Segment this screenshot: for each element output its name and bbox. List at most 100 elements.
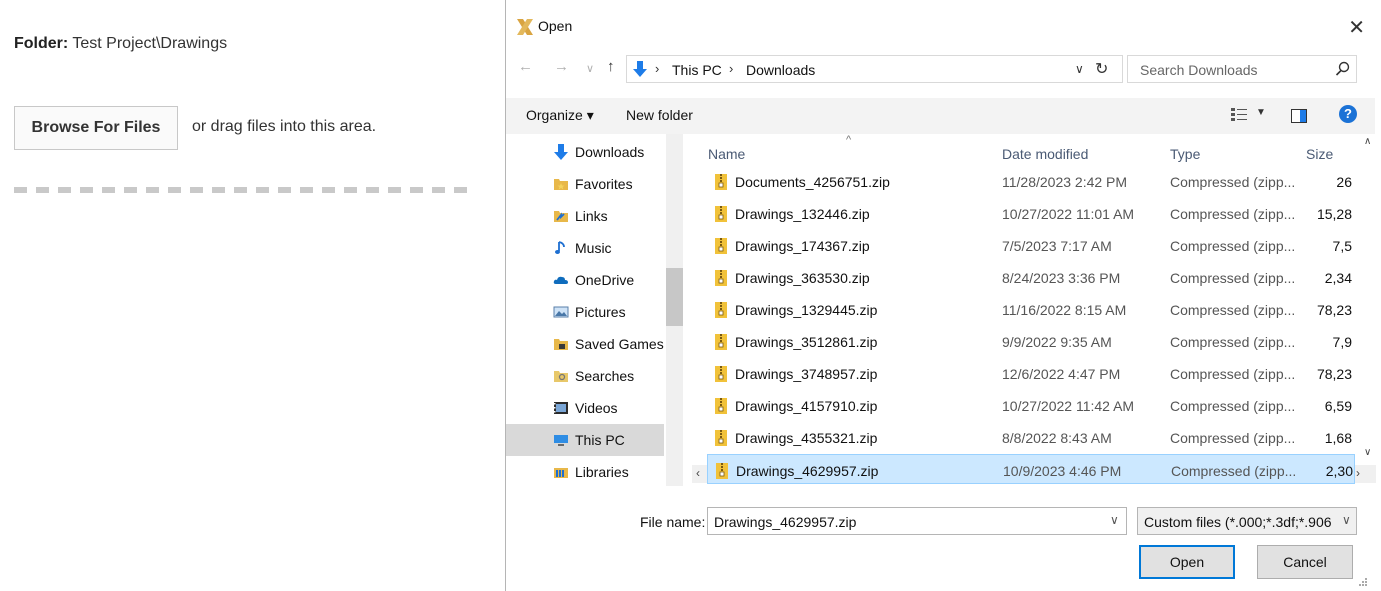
download-arrow-icon bbox=[633, 61, 647, 77]
view-dropdown-icon[interactable]: ▼ bbox=[1256, 107, 1266, 118]
drop-zone-border bbox=[14, 187, 467, 193]
search-icon[interactable] bbox=[1335, 61, 1351, 77]
nav-item-links[interactable]: Links bbox=[506, 200, 664, 232]
open-button[interactable]: Open bbox=[1139, 545, 1235, 579]
file-type-cell: Compressed (zipp... bbox=[1170, 302, 1296, 318]
file-date-cell: 10/27/2022 11:42 AM bbox=[1002, 398, 1135, 414]
back-arrow-icon[interactable]: ← bbox=[518, 58, 533, 75]
nav-item-favorites[interactable]: Favorites bbox=[506, 168, 664, 200]
file-type-dropdown-icon[interactable]: ∨ bbox=[1342, 513, 1351, 527]
file-size-cell: 6,59 bbox=[1324, 398, 1352, 414]
file-type-cell: Compressed (zipp... bbox=[1170, 270, 1296, 286]
file-row[interactable]: Drawings_4157910.zip 10/27/2022 11:42 AM C… bbox=[707, 390, 1355, 420]
breadcrumb-this-pc[interactable]: This PC bbox=[672, 62, 722, 78]
column-header-type[interactable]: Type bbox=[1170, 146, 1200, 162]
nav-item-music[interactable]: Music bbox=[506, 232, 664, 264]
nav-item-downloads[interactable]: Downloads bbox=[506, 136, 664, 168]
title-bar: Open ✕ bbox=[506, 0, 1375, 42]
nav-pane-scroll-thumb[interactable] bbox=[666, 268, 683, 326]
file-row[interactable]: Drawings_1329445.zip 11/16/2022 8:15 AM Co… bbox=[707, 294, 1355, 324]
scroll-down-icon[interactable]: ∨ bbox=[1364, 447, 1371, 458]
file-size-cell: 2,34 bbox=[1324, 270, 1352, 286]
sort-ascending-icon: ^ bbox=[846, 134, 852, 146]
up-arrow-icon[interactable]: ↑ bbox=[607, 58, 615, 75]
file-size-cell: 26 bbox=[1336, 174, 1352, 190]
file-type-cell: Compressed (zipp... bbox=[1170, 398, 1296, 414]
nav-item-libraries[interactable]: Libraries bbox=[506, 456, 664, 488]
recent-locations-chevron-icon[interactable]: ∨ bbox=[586, 62, 594, 75]
file-type-cell: Compressed (zipp... bbox=[1170, 238, 1296, 254]
new-folder-button[interactable]: New folder bbox=[626, 107, 693, 123]
zip-file-icon bbox=[715, 174, 727, 190]
address-box[interactable]: › This PC › Downloads ∨ ↻ bbox=[626, 55, 1123, 83]
music-note-icon bbox=[553, 240, 569, 256]
browse-files-button[interactable]: Browse For Files bbox=[14, 106, 178, 150]
zip-file-icon bbox=[715, 238, 727, 254]
file-date-cell: 9/9/2022 9:35 AM bbox=[1002, 334, 1112, 350]
nav-item-pictures[interactable]: Pictures bbox=[506, 296, 664, 328]
view-options-icon[interactable] bbox=[1230, 107, 1248, 123]
file-date-cell: 11/16/2022 8:15 AM bbox=[1002, 302, 1127, 318]
nav-item-label: Favorites bbox=[575, 176, 633, 192]
nav-item-label: Downloads bbox=[575, 144, 645, 160]
zip-file-icon bbox=[716, 463, 728, 479]
file-row[interactable]: Drawings_363530.zip 8/24/2023 3:36 PM Comp… bbox=[707, 262, 1355, 292]
file-name-cell: Drawings_3748957.zip bbox=[735, 366, 878, 382]
file-name-combobox[interactable]: ∨ bbox=[707, 507, 1127, 535]
column-header-date[interactable]: Date modified bbox=[1002, 146, 1088, 162]
breadcrumb-downloads[interactable]: Downloads bbox=[746, 62, 815, 78]
file-type-cell: Compressed (zipp... bbox=[1170, 366, 1296, 382]
zip-file-icon bbox=[715, 302, 727, 318]
resize-grip-icon[interactable] bbox=[1359, 578, 1367, 586]
download-arrow-icon bbox=[553, 144, 569, 160]
nav-item-this-pc[interactable]: This PC bbox=[506, 424, 664, 456]
drag-hint: or drag files into this area. bbox=[192, 118, 377, 135]
preview-pane-icon[interactable] bbox=[1291, 109, 1307, 123]
file-name-label: File name: bbox=[640, 514, 706, 530]
file-type-filter[interactable]: Custom files (*.000;*.3df;*.906;*.! ∨ bbox=[1137, 507, 1357, 535]
this-pc-icon bbox=[553, 432, 569, 448]
forward-arrow-icon[interactable]: → bbox=[554, 58, 569, 75]
search-input[interactable] bbox=[1138, 60, 1322, 80]
zip-file-icon bbox=[715, 366, 727, 382]
nav-item-searches[interactable]: Searches bbox=[506, 360, 664, 392]
nav-item-label: This PC bbox=[575, 432, 625, 448]
file-date-cell: 10/27/2022 11:01 AM bbox=[1002, 206, 1135, 222]
file-row[interactable]: Drawings_4629957.zip 10/9/2023 4:46 PM Com… bbox=[707, 454, 1355, 484]
nav-item-label: Searches bbox=[575, 368, 635, 384]
refresh-icon[interactable]: ↻ bbox=[1095, 59, 1108, 79]
file-row[interactable]: Documents_4256751.zip 11/28/2023 2:42 PM C… bbox=[707, 166, 1355, 196]
file-row[interactable]: Drawings_132446.zip 10/27/2022 11:01 AM Co… bbox=[707, 198, 1355, 228]
breadcrumb-separator-icon: › bbox=[729, 61, 734, 76]
zip-file-icon bbox=[715, 206, 727, 222]
nav-item-label: Saved Games bbox=[575, 336, 664, 352]
file-row[interactable]: Drawings_3512861.zip 9/9/2022 9:35 AM Comp… bbox=[707, 326, 1355, 356]
file-row[interactable]: Drawings_3748957.zip 12/6/2022 4:47 PM Com… bbox=[707, 358, 1355, 388]
address-dropdown-icon[interactable]: ∨ bbox=[1075, 62, 1084, 76]
nav-item-onedrive[interactable]: OneDrive bbox=[506, 264, 664, 296]
nav-item-label: Videos bbox=[575, 400, 618, 416]
file-name-cell: Drawings_363530.zip bbox=[735, 270, 870, 286]
nav-item-videos[interactable]: Videos bbox=[506, 392, 664, 424]
pictures-icon bbox=[553, 304, 569, 320]
search-box[interactable] bbox=[1127, 55, 1357, 83]
file-row[interactable]: Drawings_174367.zip 7/5/2023 7:17 AM Compr… bbox=[707, 230, 1355, 260]
nav-item-saved-games[interactable]: Saved Games bbox=[506, 328, 664, 360]
favorites-folder-icon bbox=[553, 176, 569, 192]
column-header-size[interactable]: Size bbox=[1306, 146, 1333, 162]
file-name-dropdown-icon[interactable]: ∨ bbox=[1110, 513, 1119, 527]
file-size-cell: 7,5 bbox=[1332, 238, 1352, 254]
help-icon[interactable]: ? bbox=[1339, 105, 1357, 123]
scroll-right-icon[interactable]: › bbox=[1356, 466, 1360, 480]
file-date-cell: 10/9/2023 4:46 PM bbox=[1003, 463, 1122, 479]
scroll-left-icon[interactable]: ‹ bbox=[696, 466, 700, 480]
cancel-button[interactable]: Cancel bbox=[1257, 545, 1353, 579]
file-name-cell: Drawings_4355321.zip bbox=[735, 430, 878, 446]
column-header-name[interactable]: Name bbox=[708, 146, 745, 162]
scroll-up-icon[interactable]: ∧ bbox=[1364, 136, 1371, 147]
file-name-input[interactable] bbox=[712, 512, 1096, 532]
close-icon[interactable]: ✕ bbox=[1348, 15, 1365, 40]
organize-menu[interactable]: Organize ▾ bbox=[526, 107, 594, 124]
file-row[interactable]: Drawings_4355321.zip 8/8/2022 8:43 AM Comp… bbox=[707, 422, 1355, 452]
file-date-cell: 7/5/2023 7:17 AM bbox=[1002, 238, 1112, 254]
